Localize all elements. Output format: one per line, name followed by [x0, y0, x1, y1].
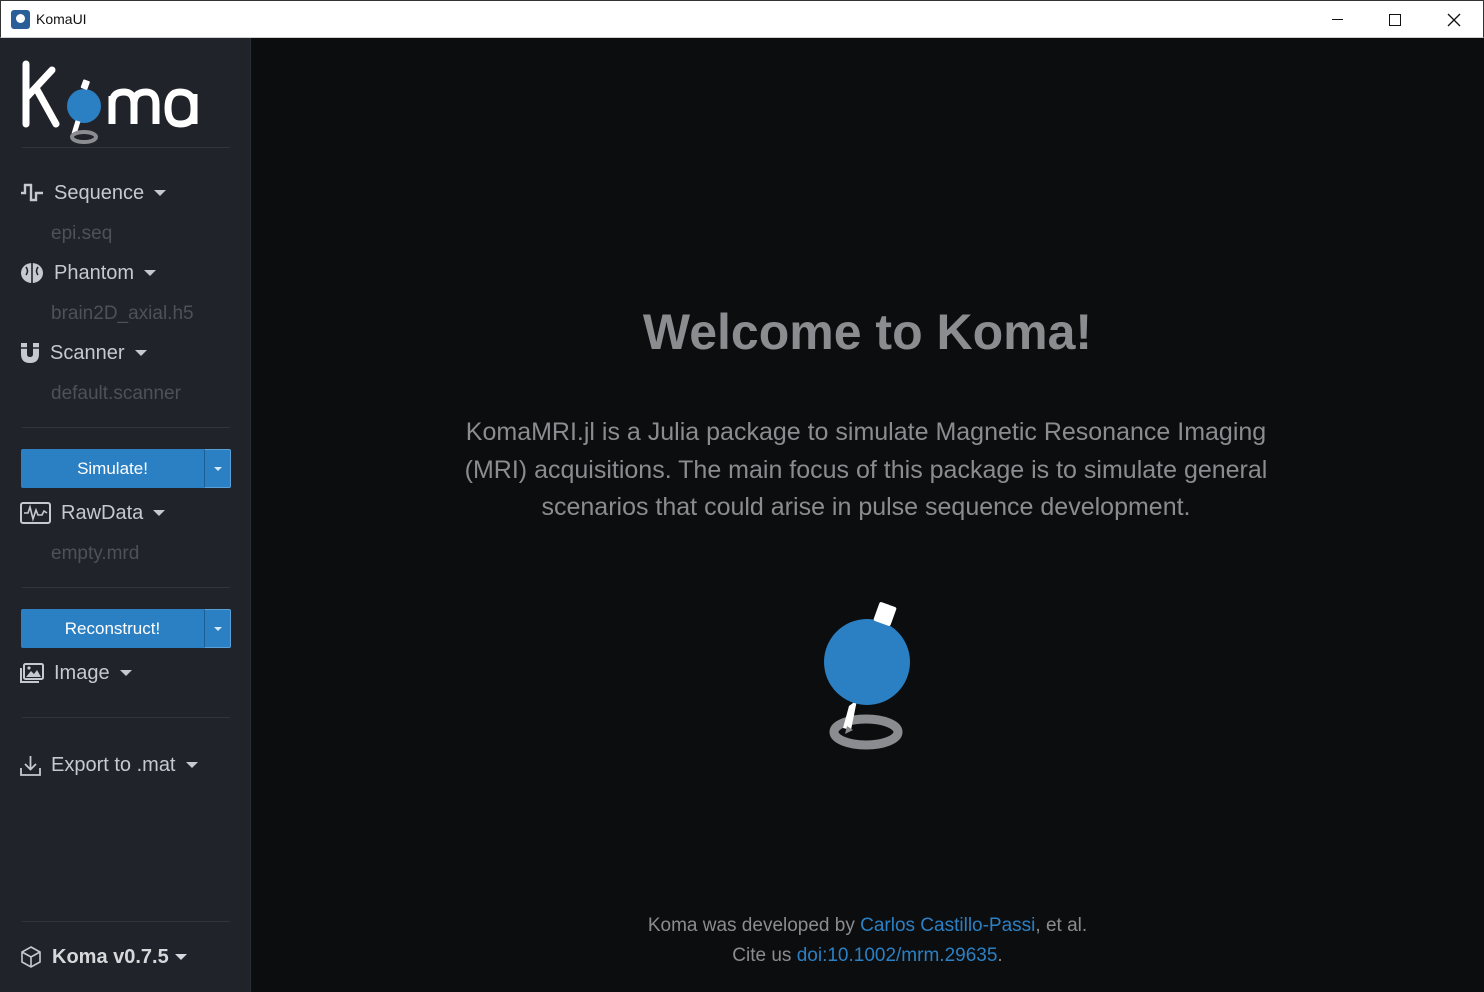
image-icon — [20, 661, 44, 685]
version-label: Koma v0.7.5 — [52, 945, 169, 968]
chevron-down-icon — [153, 510, 166, 516]
close-icon — [1447, 13, 1461, 26]
sidebar-item-label: RawData — [61, 501, 144, 524]
minimize-button[interactable] — [1308, 1, 1366, 38]
doi-link[interactable]: doi:10.1002/mrm.29635 — [797, 945, 998, 966]
sidebar-item-label: Scanner — [50, 341, 125, 364]
sidebar-item-label: Phantom — [54, 261, 135, 284]
cite-suffix: . — [997, 945, 1003, 966]
window-title: KomaUI — [36, 11, 87, 27]
chevron-down-icon — [119, 670, 132, 676]
close-button[interactable] — [1425, 1, 1483, 38]
scanner-file-label: default.scanner — [51, 383, 181, 404]
sidebar-item-label: Export to .mat — [51, 753, 176, 776]
reconstruct-options-toggle[interactable] — [204, 609, 231, 648]
phantom-file-label: brain2D_axial.h5 — [51, 303, 194, 324]
maximize-button[interactable] — [1366, 1, 1424, 38]
main-content: Welcome to Koma! KomaMRI.jl is a Julia p… — [251, 38, 1484, 992]
credit-prefix: Koma was developed by — [647, 915, 861, 936]
waveform-icon — [20, 181, 44, 205]
simulate-split-button: Simulate! — [21, 449, 231, 488]
download-icon — [20, 753, 41, 777]
sidebar-divider — [22, 427, 230, 428]
sidebar: Sequence epi.seq Phantom brain2D_axial.h… — [0, 38, 251, 992]
koma-logo-graphic — [22, 60, 198, 144]
sidebar-item-phantom[interactable]: Phantom — [20, 259, 157, 287]
sidebar-item-scanner[interactable]: Scanner — [20, 339, 147, 367]
maximize-icon — [1389, 13, 1401, 26]
author-link[interactable]: Carlos Castillo-Passi — [860, 915, 1035, 936]
cube-icon — [20, 946, 42, 968]
sidebar-item-image[interactable]: Image — [20, 659, 132, 687]
cite-line: Cite us doi:10.1002/mrm.29635. — [251, 945, 1484, 967]
credit-line: Koma was developed by Carlos Castillo-Pa… — [251, 915, 1484, 937]
window-title-bar: KomaUI — [0, 0, 1484, 38]
koma-mascot-icon — [824, 602, 910, 750]
welcome-heading: Welcome to Koma! — [642, 304, 1093, 360]
welcome-description: KomaMRI.jl is a Julia package to simulat… — [464, 418, 1268, 521]
rawdata-file-label: empty.mrd — [51, 543, 140, 564]
koma-logo[interactable] — [22, 56, 222, 144]
app-icon — [11, 10, 30, 29]
minimize-icon — [1331, 19, 1343, 20]
simulate-button[interactable]: Simulate! — [21, 449, 204, 488]
chevron-down-icon — [134, 350, 147, 356]
credit-suffix: , et al. — [1035, 915, 1088, 936]
sidebar-item-label: Sequence — [54, 181, 145, 204]
chevron-down-icon — [144, 270, 157, 276]
version-menu[interactable]: Koma v0.7.5 — [20, 943, 187, 971]
reconstruct-button[interactable]: Reconstruct! — [21, 609, 204, 648]
sidebar-divider — [22, 717, 230, 718]
reconstruct-split-button: Reconstruct! — [21, 609, 231, 648]
sidebar-item-sequence[interactable]: Sequence — [20, 179, 167, 207]
sidebar-item-label: Image — [54, 661, 110, 684]
cite-prefix: Cite us — [732, 945, 797, 966]
sidebar-divider — [22, 587, 230, 588]
chevron-down-icon — [213, 626, 222, 631]
sidebar-divider — [22, 147, 230, 148]
chevron-down-icon — [213, 466, 222, 471]
sidebar-item-export[interactable]: Export to .mat — [20, 751, 198, 779]
chevron-down-icon — [154, 190, 167, 196]
brain-icon — [20, 261, 44, 285]
chevron-down-icon — [174, 954, 187, 960]
sidebar-divider — [22, 921, 230, 922]
rawdata-icon — [20, 501, 51, 525]
sequence-file-label: epi.seq — [51, 223, 113, 244]
chevron-down-icon — [185, 762, 198, 768]
sidebar-item-rawdata[interactable]: RawData — [20, 499, 166, 527]
simulate-options-toggle[interactable] — [204, 449, 231, 488]
magnet-icon — [20, 341, 40, 365]
